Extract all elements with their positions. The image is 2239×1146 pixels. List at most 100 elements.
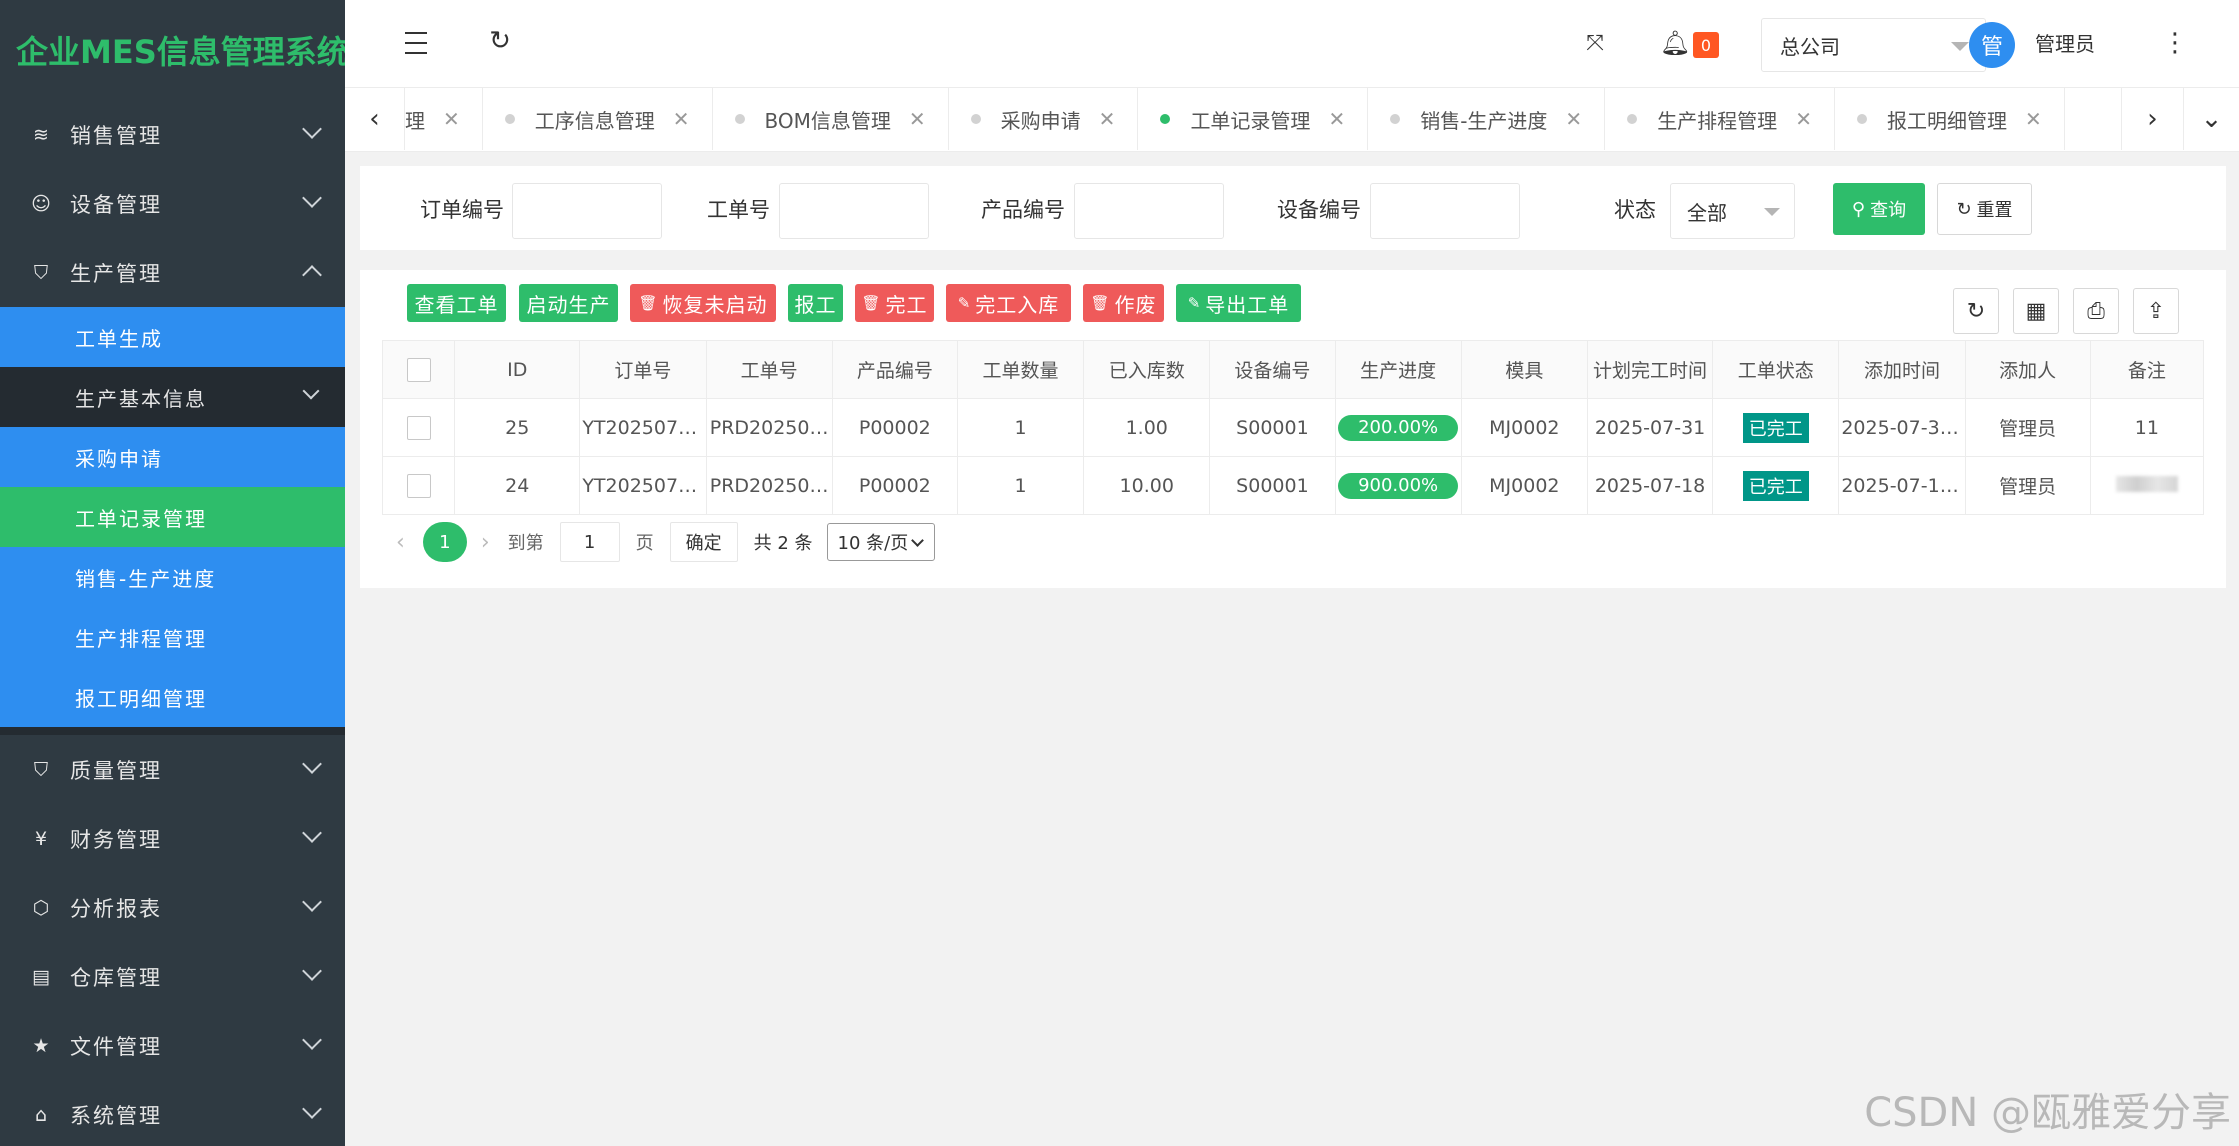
tab-scroll-right-icon[interactable]: › xyxy=(2121,88,2183,150)
close-icon[interactable]: ✕ xyxy=(1328,107,1345,131)
bell-icon[interactable]: 🔔︎ xyxy=(1660,28,1690,58)
product-no-input[interactable] xyxy=(1074,183,1224,239)
goto-label: 到第 xyxy=(507,533,544,554)
tab-bom-info[interactable]: BOM信息管理 ✕ xyxy=(713,88,949,150)
sidebar-item-quality[interactable]: ⛉ 质量管理 xyxy=(0,735,345,804)
cell-progress: 900.00% xyxy=(1334,456,1462,515)
page-size-select[interactable]: 10 条/页 xyxy=(826,523,935,561)
column-header[interactable]: 已入库数 xyxy=(1083,340,1211,399)
close-icon[interactable]: ✕ xyxy=(1565,107,1582,131)
close-icon[interactable]: ✕ xyxy=(1099,107,1116,131)
table-row[interactable]: 24 YT2025071… PRD20250… P00002 1 10.00 S… xyxy=(381,456,2205,515)
avatar[interactable]: 管 xyxy=(1969,22,2015,68)
sidebar-subitem-work-order-records[interactable]: 工单记录管理 xyxy=(0,487,345,547)
complete-button[interactable]: 🗑︎ 完工 xyxy=(855,284,934,322)
next-page-icon[interactable]: › xyxy=(481,530,490,555)
prev-page-icon[interactable]: ‹ xyxy=(396,530,405,555)
cell-remark xyxy=(2089,456,2205,515)
select-all-checkbox[interactable] xyxy=(406,357,431,382)
column-header[interactable]: ID xyxy=(454,340,581,399)
column-header[interactable]: 计划完工时间 xyxy=(1586,340,1714,399)
view-work-order-button[interactable]: 查看工单 xyxy=(407,284,506,322)
column-header[interactable]: 模具 xyxy=(1460,340,1588,399)
close-icon[interactable]: ✕ xyxy=(443,107,460,131)
menu-fold-icon[interactable] xyxy=(401,28,431,58)
column-header[interactable]: 工单号 xyxy=(705,340,833,399)
close-icon[interactable]: ✕ xyxy=(1795,107,1812,131)
sidebar-item-equipment[interactable]: ☺ 设备管理 xyxy=(0,169,345,238)
refresh-icon: ↻ xyxy=(1956,198,1972,220)
sidebar-subitem-purchase-request[interactable]: 采购申请 xyxy=(0,427,345,487)
column-header[interactable]: 备注 xyxy=(2089,340,2205,399)
close-icon[interactable]: ✕ xyxy=(673,107,690,131)
work-order-no-input[interactable] xyxy=(779,183,929,239)
sidebar-item-reports[interactable]: ⬡ 分析报表 xyxy=(0,873,345,942)
reset-button[interactable]: ↻ 重置 xyxy=(1937,183,2032,235)
tab-label: 理 xyxy=(405,108,425,133)
column-header[interactable]: 设备编号 xyxy=(1209,340,1336,399)
tab-scroll-left-icon[interactable]: ‹ xyxy=(345,88,405,150)
select-all-cell xyxy=(381,340,456,399)
tab-production-schedule[interactable]: 生产排程管理 ✕ xyxy=(1605,88,1835,150)
column-header[interactable]: 工单数量 xyxy=(956,340,1085,399)
row-checkbox[interactable] xyxy=(406,473,431,498)
column-header[interactable]: 添加时间 xyxy=(1838,340,1966,399)
start-production-button[interactable]: 启动生产 xyxy=(519,284,618,322)
column-header[interactable]: 添加人 xyxy=(1964,340,2091,399)
sidebar-item-files[interactable]: ★ 文件管理 xyxy=(0,1011,345,1080)
table-refresh-icon[interactable]: ↻ xyxy=(1953,288,1999,334)
shield-icon: ⛉ xyxy=(33,261,49,284)
tab-purchase-request[interactable]: 采购申请 ✕ xyxy=(949,88,1139,150)
export-icon[interactable]: ⇪ xyxy=(2133,288,2179,334)
cell-stocked: 10.00 xyxy=(1083,456,1211,515)
column-header[interactable]: 生产进度 xyxy=(1334,340,1462,399)
report-work-button[interactable]: 报工 xyxy=(788,284,843,322)
device-no-input[interactable] xyxy=(1370,183,1520,239)
void-button[interactable]: 🗑︎ 作废 xyxy=(1083,284,1164,322)
order-no-input[interactable] xyxy=(512,183,662,239)
username[interactable]: 管理员 xyxy=(2035,28,2095,57)
column-header[interactable]: 产品编号 xyxy=(831,340,958,399)
tab-partial[interactable]: 理 ✕ xyxy=(405,88,483,150)
tab-process-info[interactable]: 工序信息管理 ✕ xyxy=(483,88,713,150)
sidebar-subitem-sales-production-progress[interactable]: 销售-生产进度 xyxy=(0,547,345,607)
more-vertical-icon[interactable]: ⋮ xyxy=(2160,28,2190,58)
close-icon[interactable]: ✕ xyxy=(2025,107,2042,131)
status-select[interactable]: 全部 xyxy=(1670,183,1795,239)
sidebar-item-warehouse[interactable]: ▤ 仓库管理 xyxy=(0,942,345,1011)
company-select[interactable]: 总公司 xyxy=(1761,18,1986,72)
tab-work-order-records[interactable]: 工单记录管理 ✕ xyxy=(1138,88,1369,150)
cell-adder: 管理员 xyxy=(1964,456,2091,515)
refresh-icon[interactable]: ↻ xyxy=(485,26,515,56)
sidebar-item-production[interactable]: ⛉ 生产管理 xyxy=(0,238,345,307)
table-row[interactable]: 25 YT2025073… PRD20250… P00002 1 1.00 S0… xyxy=(381,398,2205,457)
restore-not-started-button[interactable]: 🗑︎ 恢复未启动 xyxy=(630,284,776,322)
column-header[interactable]: 工单状态 xyxy=(1712,340,1840,399)
cell-mold: MJ0002 xyxy=(1460,398,1588,457)
tab-dropdown-icon[interactable]: ⌄ xyxy=(2183,88,2239,150)
chevron-down-icon xyxy=(302,823,322,843)
export-work-order-button[interactable]: ✎ 导出工单 xyxy=(1176,284,1301,322)
sidebar-item-sales[interactable]: ≋ 销售管理 xyxy=(0,100,345,169)
complete-stock-in-button[interactable]: ✎ 完工入库 xyxy=(946,284,1071,322)
sidebar-item-system[interactable]: ⌂ 系统管理 xyxy=(0,1080,345,1146)
tab-sales-production-progress[interactable]: 销售-生产进度 ✕ xyxy=(1368,88,1606,150)
query-button[interactable]: ⚲ 查询 xyxy=(1833,183,1925,235)
print-icon[interactable]: ⎙ xyxy=(2073,288,2119,334)
columns-filter-icon[interactable]: ▦ xyxy=(2013,288,2059,334)
tab-work-report-details[interactable]: 报工明细管理 ✕ xyxy=(1835,88,2065,150)
sidebar-subitem-production-basic-info[interactable]: 生产基本信息 xyxy=(0,367,345,427)
watermark: CSDN @瓯雅爱分享 xyxy=(1864,1090,2231,1136)
row-checkbox[interactable] xyxy=(406,415,431,440)
page-current[interactable]: 1 xyxy=(422,522,467,562)
close-icon[interactable]: ✕ xyxy=(909,107,926,131)
column-header[interactable]: 订单号 xyxy=(579,340,707,399)
sidebar-subitem-work-order-generate[interactable]: 工单生成 xyxy=(0,307,345,367)
trash-icon: 🗑︎ xyxy=(1090,294,1111,312)
sidebar-subitem-work-report-details[interactable]: 报工明细管理 xyxy=(0,667,345,727)
goto-page-input[interactable]: 1 xyxy=(559,522,620,562)
goto-confirm-button[interactable]: 确定 xyxy=(669,522,738,562)
fullscreen-icon[interactable]: ⤧ xyxy=(1580,28,1610,58)
sidebar-subitem-production-schedule[interactable]: 生产排程管理 xyxy=(0,607,345,667)
sidebar-item-finance[interactable]: ¥ 财务管理 xyxy=(0,804,345,873)
